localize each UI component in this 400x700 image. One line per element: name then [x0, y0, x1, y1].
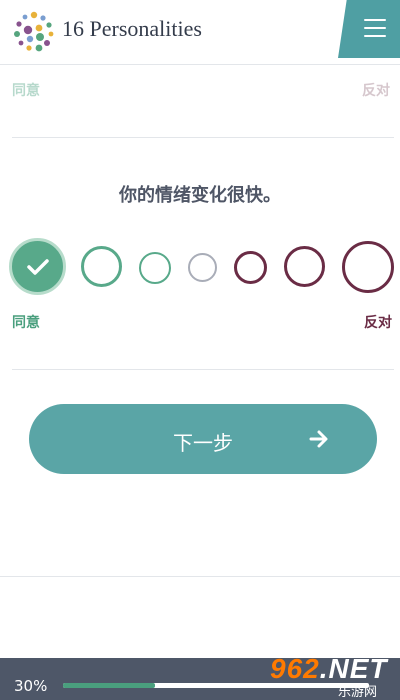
answer-option-3[interactable]: [139, 252, 171, 284]
disagree-label: 反对: [364, 315, 392, 331]
menu-button[interactable]: [338, 0, 400, 58]
logo-dots-icon: [14, 11, 54, 52]
previous-agree-label: 同意: [12, 83, 40, 99]
check-icon: [26, 258, 49, 275]
answer-option-2[interactable]: [81, 246, 122, 287]
progress-fill: [63, 683, 155, 688]
previous-disagree-label: 反对: [362, 83, 390, 99]
app-header: 16 Personalities: [0, 0, 400, 65]
answer-option-7[interactable]: [342, 241, 394, 293]
answer-option-1[interactable]: [9, 238, 66, 295]
watermark-logo: 962.NET 乐游网: [266, 653, 398, 700]
answer-option-5[interactable]: [234, 251, 267, 284]
arrow-right-icon: [309, 430, 328, 448]
logo-text: 16 Personalities: [62, 16, 202, 41]
agree-label: 同意: [12, 315, 40, 331]
answer-option-4[interactable]: [188, 253, 217, 282]
next-step-button[interactable]: 下一步: [29, 404, 377, 474]
question-text: 你的情绪变化很快。: [119, 185, 281, 206]
divider: [12, 369, 394, 370]
watermark-sub: 乐游网: [338, 685, 378, 700]
answer-option-6[interactable]: [284, 246, 325, 287]
progress-percent: 30%: [14, 677, 48, 695]
divider: [12, 137, 394, 138]
divider: [0, 576, 400, 577]
